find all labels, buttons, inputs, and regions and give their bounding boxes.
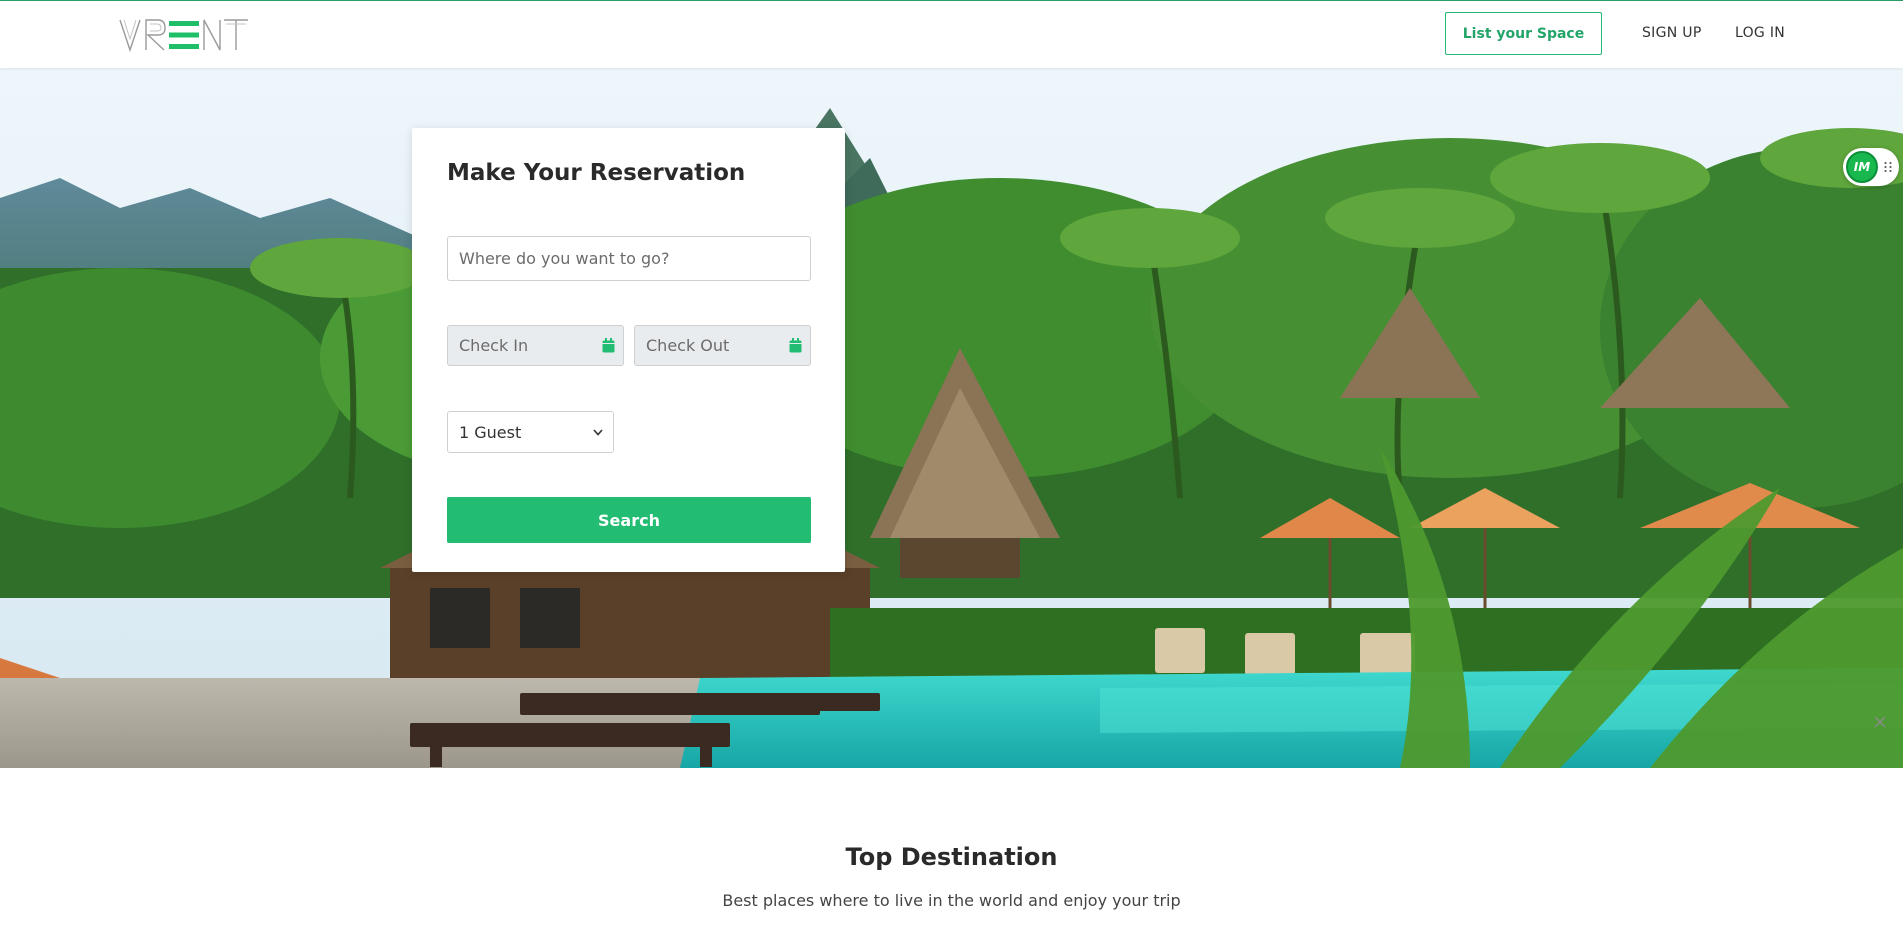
top-navbar: List your Space SIGN UP LOG IN [0,0,1903,68]
top-destination-heading: Top Destination [845,843,1058,871]
calendar-icon [602,338,615,353]
hero-banner-image [0,68,1903,768]
chevron-down-icon [593,428,603,436]
reservation-card: Make Your Reservation Where do you want … [412,128,845,572]
close-icon[interactable] [1872,714,1888,730]
floating-assistant-widget[interactable]: IM [1843,148,1899,186]
resort-pool-scene [0,68,1903,768]
check-out-placeholder: Check Out [646,336,730,355]
sign-up-link[interactable]: SIGN UP [1642,25,1702,41]
list-your-space-button[interactable]: List your Space [1445,12,1602,55]
top-destination-subtitle: Best places where to live in the world a… [722,891,1181,910]
assistant-badge[interactable]: IM [1846,151,1878,183]
check-in-placeholder: Check In [459,336,529,355]
log-in-link[interactable]: LOG IN [1735,25,1785,41]
calendar-icon [789,338,802,353]
search-button[interactable]: Search [447,497,811,543]
destination-placeholder: Where do you want to go? [459,249,670,268]
drag-handle-icon[interactable] [1883,161,1893,173]
check-out-field[interactable]: Check Out [634,325,811,366]
guest-select[interactable]: 1 Guest [447,411,614,453]
reservation-title: Make Your Reservation [447,160,746,186]
vrent-logo[interactable] [118,17,250,53]
destination-input[interactable]: Where do you want to go? [447,236,811,281]
guest-select-value: 1 Guest [459,422,522,442]
check-in-field[interactable]: Check In [447,325,624,366]
